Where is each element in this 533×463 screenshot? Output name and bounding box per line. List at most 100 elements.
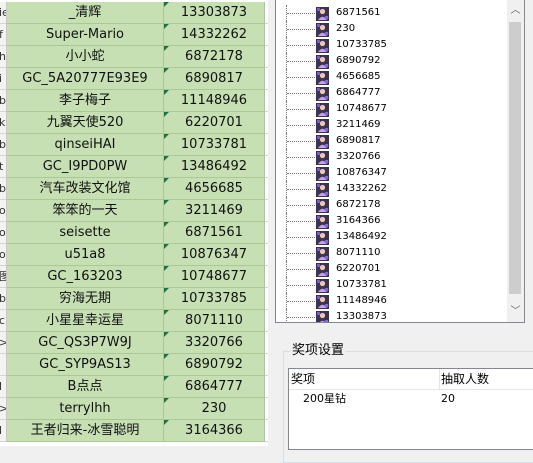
row-header[interactable]: b <box>0 134 7 156</box>
row-header[interactable]: b <box>0 90 7 112</box>
cell-user-id[interactable]: 230 <box>164 398 265 420</box>
cell-user-id[interactable]: 10876347 <box>164 244 265 266</box>
row-header[interactable]: > <box>0 398 7 420</box>
tree-item[interactable]: 6864777 <box>276 85 506 101</box>
row-header[interactable] <box>0 354 7 376</box>
cell-username[interactable]: 王者归来-冰雪聪明 <box>7 420 164 442</box>
cell-user-id[interactable]: 11148946 <box>164 90 265 112</box>
tree-item[interactable]: 3164366 <box>276 213 506 229</box>
cell-username[interactable]: 穷海无期 <box>7 288 164 310</box>
cell-user-id[interactable]: 3320766 <box>164 332 265 354</box>
cell-username[interactable]: 李子梅子 <box>7 90 164 112</box>
tree-item[interactable]: 6872178 <box>276 197 506 213</box>
tree-item[interactable]: 13303873 <box>276 309 506 322</box>
cell-user-id[interactable]: 6890792 <box>164 354 265 376</box>
tree-item[interactable]: 8071110 <box>276 245 506 261</box>
column-header-count[interactable]: 抽取人数 <box>439 369 533 389</box>
row-header[interactable]: 图 <box>0 266 7 288</box>
cell-username[interactable]: GC_163203 <box>7 266 164 288</box>
participant-tree[interactable]: 6871561 230 10733785 6890792 4656685 6864777 1… <box>275 0 525 323</box>
column-header-prize[interactable]: 奖项 <box>289 369 440 389</box>
tree-item[interactable]: 10748677 <box>276 101 506 117</box>
user-avatar-icon <box>316 54 329 69</box>
tree-item[interactable]: 13486492 <box>276 229 506 245</box>
tree-item[interactable]: 6890817 <box>276 133 506 149</box>
cell-username[interactable]: 笨笨的一天 <box>7 200 164 222</box>
cell-username[interactable]: terrylhh <box>7 398 164 420</box>
prize-list[interactable]: 奖项 抽取人数 200星钻 20 <box>288 368 533 450</box>
cell-username[interactable]: GC_QS3P7W9J <box>7 332 164 354</box>
cell-username[interactable]: _清辉 <box>7 2 164 24</box>
scroll-up-icon[interactable]: ︿ <box>507 2 524 19</box>
tree-item[interactable]: 10733785 <box>276 37 506 53</box>
tree-item[interactable]: 6890792 <box>276 53 506 69</box>
row-header[interactable]: h <box>0 46 7 68</box>
scroll-down-icon[interactable]: ﹀ <box>507 303 524 320</box>
user-avatar-icon <box>316 182 329 197</box>
tree-item[interactable]: 6220701 <box>276 261 506 277</box>
tree-connector-vertical <box>286 309 287 322</box>
row-header[interactable]: o <box>0 222 7 244</box>
row-header[interactable]: c <box>0 310 7 332</box>
cell-username[interactable]: seisette <box>7 222 164 244</box>
row-header[interactable]: o <box>0 200 7 222</box>
cell-user-id[interactable]: 6220701 <box>164 112 265 134</box>
row-header[interactable]: l <box>0 420 7 442</box>
row-header[interactable]: > <box>0 332 7 354</box>
row-header[interactable]: l <box>0 376 7 398</box>
cell-user-id[interactable]: 13303873 <box>164 2 265 24</box>
table-row: ie_清辉13303873 <box>0 2 268 24</box>
tree-item[interactable]: 230 <box>276 21 506 37</box>
cell-username[interactable]: u51a8 <box>7 244 164 266</box>
cell-user-id[interactable]: 6871561 <box>164 222 265 244</box>
cell-user-id[interactable]: 10733785 <box>164 288 265 310</box>
cell-username[interactable]: B点点 <box>7 376 164 398</box>
tree-item-label: 3211469 <box>336 119 381 130</box>
tree-item[interactable]: 11148946 <box>276 293 506 309</box>
cell-username[interactable]: 九翼天使520 <box>7 112 164 134</box>
cell-user-id[interactable]: 10733781 <box>164 134 265 156</box>
row-header[interactable]: o <box>0 244 7 266</box>
cell-username[interactable]: qinseiHAI <box>7 134 164 156</box>
row-header[interactable]: i <box>0 68 7 90</box>
row-header[interactable]: f <box>0 24 7 46</box>
tree-item[interactable]: 4656685 <box>276 69 506 85</box>
tree-item[interactable]: 3320766 <box>276 149 506 165</box>
tree-item[interactable]: 10876347 <box>276 165 506 181</box>
cell-user-id[interactable]: 6864777 <box>164 376 265 398</box>
cell-username[interactable]: 小小蛇 <box>7 46 164 68</box>
cell-username[interactable]: 汽车改装文化馆 <box>7 178 164 200</box>
cell-user-id[interactable]: 14332262 <box>164 24 265 46</box>
row-header[interactable]: t <box>0 156 7 178</box>
cell-username[interactable]: Super-Mario <box>7 24 164 46</box>
cell-username[interactable]: GC_I9PD0PW <box>7 156 164 178</box>
cell-username[interactable]: GC_5A20777E93E9 <box>7 68 164 90</box>
cell-user-id[interactable]: 13486492 <box>164 156 265 178</box>
user-avatar-icon <box>316 22 329 37</box>
row-header[interactable]: k <box>0 112 7 134</box>
tree-item-label: 4656685 <box>336 71 381 82</box>
user-avatar-icon <box>316 214 329 229</box>
prize-row[interactable]: 200星钻 20 <box>289 390 533 408</box>
cell-user-id[interactable]: 6890817 <box>164 68 265 90</box>
row-header[interactable]: b <box>0 178 7 200</box>
cell-user-id[interactable]: 3211469 <box>164 200 265 222</box>
cell-user-id[interactable]: 10748677 <box>164 266 265 288</box>
cell-username[interactable]: GC_SYP9AS13 <box>7 354 164 376</box>
row-header[interactable]: ie <box>0 2 7 24</box>
cell-user-id[interactable]: 3164366 <box>164 420 265 442</box>
tree-item[interactable]: 10733781 <box>276 277 506 293</box>
cell-username[interactable]: 小星星幸运星 <box>7 310 164 332</box>
scroll-thumb[interactable] <box>509 22 521 294</box>
user-avatar-icon <box>316 38 329 53</box>
table-row: b李子梅子11148946 <box>0 90 268 112</box>
tree-item[interactable]: 6871561 <box>276 5 506 21</box>
tree-item[interactable]: 14332262 <box>276 181 506 197</box>
tree-scrollbar[interactable]: ︿ ﹀ <box>507 0 524 322</box>
tree-item-label: 6890792 <box>336 55 381 66</box>
tree-item[interactable]: 3211469 <box>276 117 506 133</box>
row-header[interactable]: b <box>0 288 7 310</box>
cell-user-id[interactable]: 8071110 <box>164 310 265 332</box>
cell-user-id[interactable]: 6872178 <box>164 46 265 68</box>
cell-user-id[interactable]: 4656685 <box>164 178 265 200</box>
